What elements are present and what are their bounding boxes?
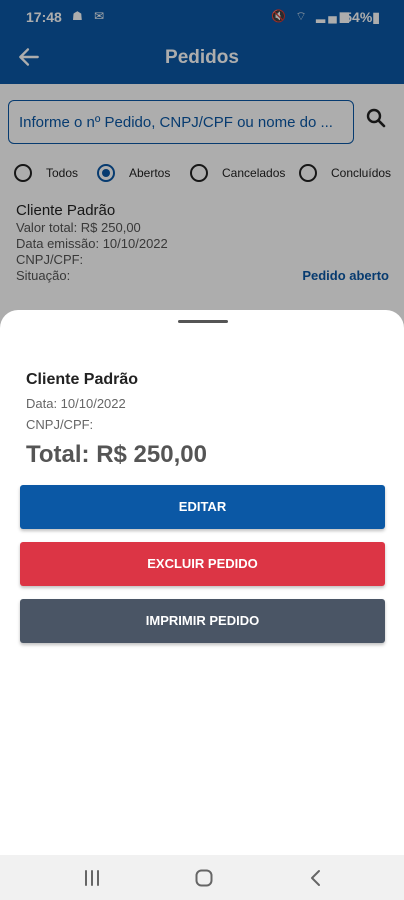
sheet-date: Data: 10/10/2022 <box>26 396 126 411</box>
recent-apps-icon[interactable] <box>81 867 103 889</box>
sheet-client-name: Cliente Padrão <box>26 371 139 388</box>
order-actions-sheet: Cliente Padrão Data: 10/10/2022 CNPJ/CPF… <box>0 310 404 855</box>
drag-handle[interactable] <box>178 320 228 323</box>
print-order-button[interactable]: IMPRIMIR PEDIDO <box>20 599 385 643</box>
delete-order-button[interactable]: EXCLUIR PEDIDO <box>20 542 385 586</box>
sheet-total: Total: R$ 250,00 <box>26 441 207 468</box>
system-nav-bar <box>0 855 404 900</box>
back-icon[interactable] <box>305 867 327 889</box>
home-icon[interactable] <box>193 867 215 889</box>
sheet-cnpj: CNPJ/CPF: <box>26 417 94 432</box>
edit-button[interactable]: EDITAR <box>20 485 385 529</box>
